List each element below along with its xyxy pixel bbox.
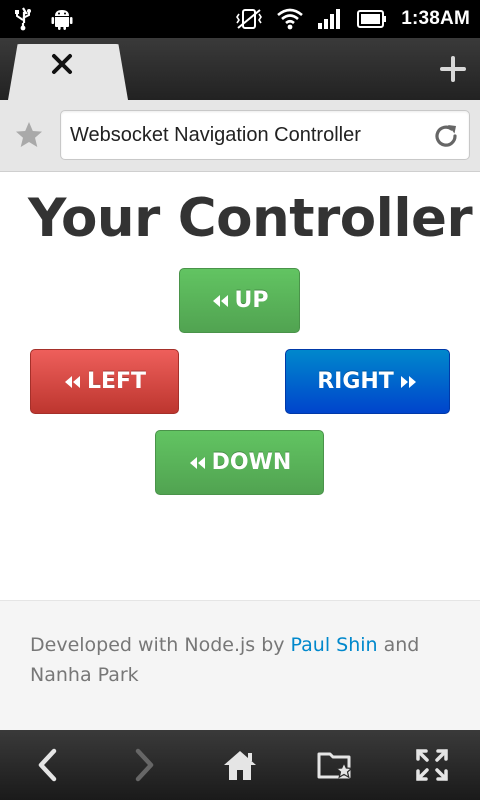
battery-icon bbox=[357, 10, 387, 28]
status-time: 1:38AM bbox=[401, 8, 470, 29]
wifi-icon bbox=[277, 8, 304, 30]
double-left-icon bbox=[188, 455, 206, 471]
address-area: Websocket Navigation Controller bbox=[0, 100, 480, 172]
double-left-icon bbox=[211, 293, 229, 309]
left-button[interactable]: LEFT bbox=[30, 349, 179, 414]
author-link-paul-shin[interactable]: Paul Shin bbox=[291, 634, 378, 656]
footer-author2: Nanha Park bbox=[30, 664, 139, 686]
up-button-label: UP bbox=[234, 288, 269, 313]
signal-icon bbox=[317, 8, 343, 30]
up-button[interactable]: UP bbox=[179, 268, 300, 333]
plus-icon[interactable] bbox=[440, 56, 466, 82]
right-button-label: RIGHT bbox=[317, 369, 394, 394]
bookmarks-icon[interactable] bbox=[306, 735, 366, 795]
double-left-icon bbox=[63, 374, 81, 390]
footer: Developed with Node.js by Paul Shin and N… bbox=[0, 600, 480, 730]
page-title: Your Controller bbox=[28, 188, 473, 249]
status-bar: 1:38AM bbox=[0, 0, 480, 38]
forward-icon[interactable] bbox=[114, 735, 174, 795]
footer-middle: and bbox=[377, 634, 420, 656]
url-field[interactable]: Websocket Navigation Controller bbox=[60, 110, 470, 160]
footer-text: Developed with Node.js by Paul Shin and N… bbox=[30, 630, 450, 690]
android-icon bbox=[50, 7, 74, 31]
bottom-nav-bar bbox=[0, 730, 480, 800]
status-right: 1:38AM bbox=[235, 7, 470, 31]
right-button[interactable]: RIGHT bbox=[285, 349, 450, 414]
reload-icon[interactable] bbox=[431, 121, 461, 151]
star-icon[interactable] bbox=[14, 120, 44, 150]
left-button-label: LEFT bbox=[86, 369, 147, 394]
down-button[interactable]: DOWN bbox=[155, 430, 324, 495]
fullscreen-icon[interactable] bbox=[402, 735, 462, 795]
home-icon[interactable] bbox=[210, 735, 270, 795]
close-icon[interactable] bbox=[50, 52, 74, 76]
status-left bbox=[12, 7, 74, 31]
double-right-icon bbox=[400, 374, 418, 390]
vibrate-off-icon bbox=[235, 7, 263, 31]
back-icon[interactable] bbox=[18, 735, 78, 795]
footer-prefix: Developed with Node.js by bbox=[30, 634, 291, 656]
usb-icon bbox=[12, 7, 34, 31]
tab-strip bbox=[0, 38, 480, 100]
down-button-label: DOWN bbox=[211, 450, 292, 475]
url-text[interactable]: Websocket Navigation Controller bbox=[70, 124, 361, 147]
